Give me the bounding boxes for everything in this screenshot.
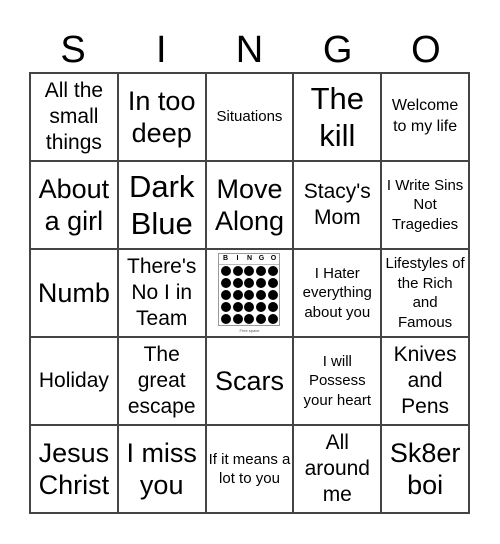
bingo-cell[interactable]: Scars [205,337,294,425]
dot-icon [221,314,232,324]
bingo-cell[interactable]: Holiday [30,337,118,425]
mini-letter: B [222,255,229,262]
mini-row [219,289,279,301]
header-letter-s: S [60,29,86,71]
dot-icon [244,314,255,324]
dot-icon [244,290,255,300]
dot-icon [232,266,243,276]
bingo-cell[interactable]: Numb [30,249,118,337]
dot-icon [267,278,278,288]
free-space-cell[interactable]: B I N G O Free space [205,249,294,337]
header-letter-i: I [156,29,167,71]
free-space-image: B I N G O Free space [217,253,281,333]
card-header: S I N G O [29,28,470,72]
bingo-cell[interactable]: Sk8er boi [381,425,469,513]
bingo-cell[interactable]: Welcome to my life [381,73,469,161]
dot-icon [232,314,243,324]
bingo-cell[interactable]: All the small things [30,73,118,161]
mini-bingo-header: B I N G O [219,254,280,265]
dot-icon [267,290,278,300]
bingo-cell[interactable]: I Hater everything about you [293,249,382,337]
dot-icon [256,266,267,276]
dot-icon [221,278,232,288]
mini-letter: O [270,255,277,262]
mini-letter: N [246,255,253,262]
bingo-cell[interactable]: Stacy's Mom [293,161,382,249]
mini-row [219,313,279,325]
dot-icon [267,266,278,276]
dot-icon [256,290,267,300]
bingo-cell[interactable]: Knives and Pens [381,337,469,425]
bingo-cell[interactable]: The great escape [117,337,206,425]
dot-icon [256,302,267,312]
dot-icon [256,278,267,288]
bingo-cell[interactable]: Jesus Christ [30,425,118,513]
dot-icon [244,266,255,276]
dot-icon [221,290,232,300]
header-letter-n: N [235,29,264,71]
mini-row [219,277,279,289]
bingo-cell[interactable]: About a girl [30,161,118,249]
mini-letter: I [236,255,239,262]
bingo-grid: All the small things In too deep Situati… [29,72,470,514]
dot-icon [267,302,278,312]
bingo-cell[interactable]: All around me [293,425,382,513]
dot-icon [221,266,232,276]
dot-icon [244,278,255,288]
mini-letter: G [258,255,265,262]
bingo-cell[interactable]: Lifestyles of the Rich and Famous [381,249,469,337]
dot-icon [232,302,243,312]
bingo-cell[interactable]: Situations [205,73,294,161]
bingo-cell[interactable]: I will Possess your heart [293,337,382,425]
bingo-cell[interactable]: I miss you [117,425,206,513]
dot-icon [256,314,267,324]
dot-icon [221,302,232,312]
bingo-cell[interactable]: Dark Blue [117,161,206,249]
mini-bingo-card: B I N G O [218,253,281,326]
bingo-cell[interactable]: I Write Sins Not Tragedies [381,161,469,249]
header-letter-g: G [322,29,353,71]
bingo-cell[interactable]: Move Along [205,161,294,249]
free-space-caption: Free space [239,328,260,333]
dot-icon [232,290,243,300]
dot-icon [244,302,255,312]
dot-icon [232,278,243,288]
dot-icon [267,314,278,324]
bingo-cell[interactable]: If it means a lot to you [205,425,294,513]
header-letter-o: O [411,29,441,71]
bingo-cell[interactable]: There's No I in Team [117,249,206,337]
mini-row [219,265,279,277]
bingo-cell[interactable]: The kill [293,73,382,161]
bingo-cell[interactable]: In too deep [117,73,206,161]
mini-row [219,301,279,313]
